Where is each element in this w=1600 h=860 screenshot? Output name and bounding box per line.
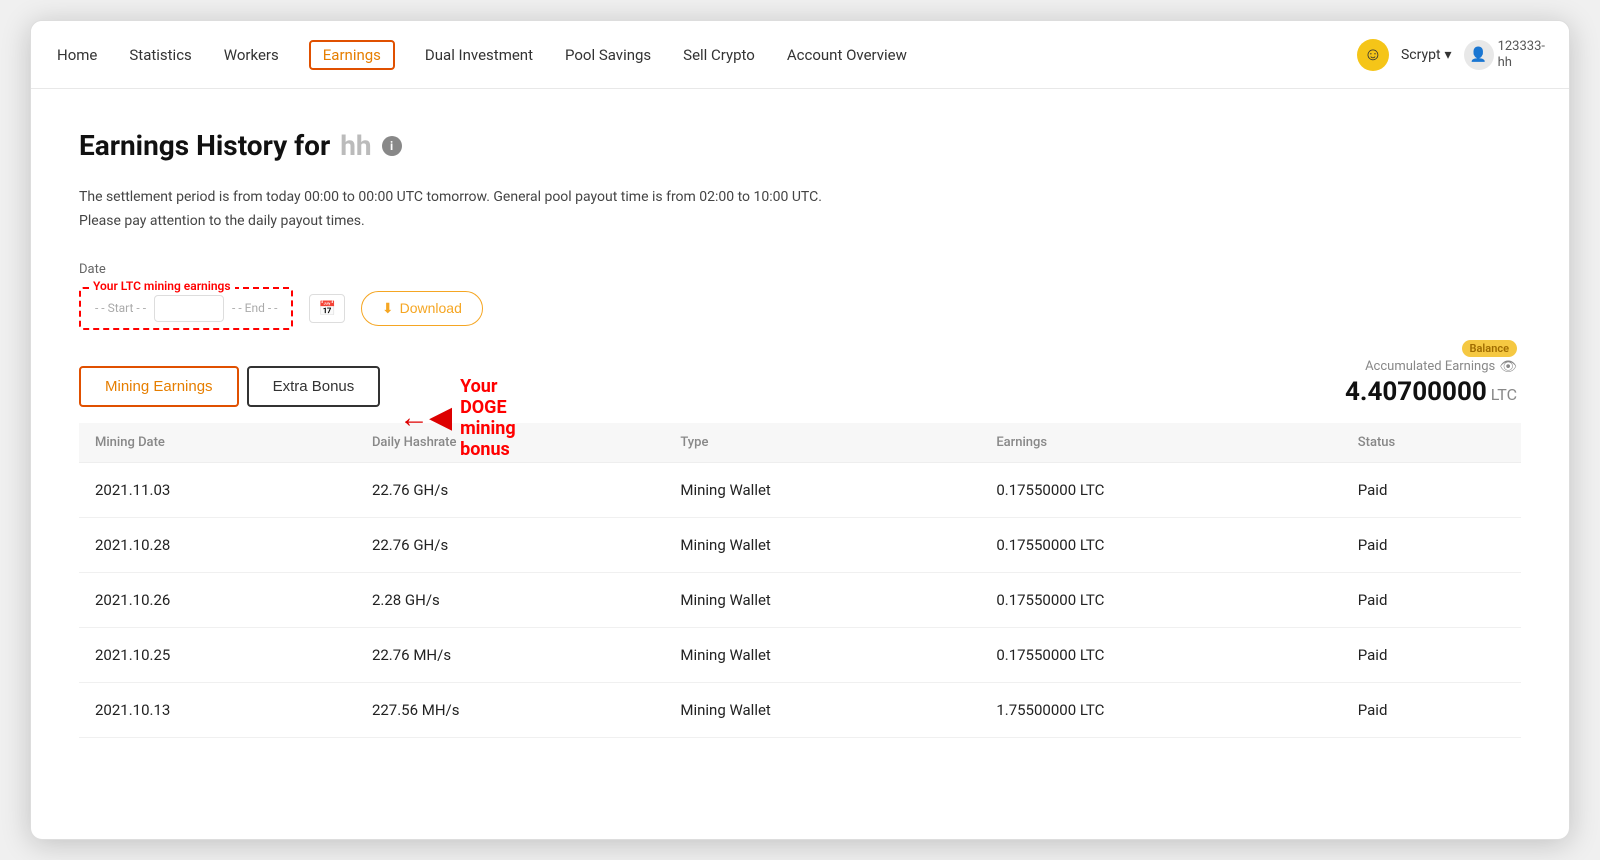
table-head: Mining Date Daily Hashrate Type Earnings…	[79, 423, 1521, 463]
nav-right: ☺ Scrypt ▾ 👤 123333- hh	[1357, 39, 1545, 71]
smiley-icon: ☺	[1357, 39, 1389, 71]
table-row: 2021.10.262.28 GH/sMining Wallet0.175500…	[79, 572, 1521, 627]
accumulated-label: Accumulated Earnings 👁	[1365, 359, 1517, 375]
download-button[interactable]: ⬇ Download	[361, 291, 483, 326]
date-range-inputs: - - Start - - - - End - -	[95, 295, 277, 322]
tab-mining-earnings[interactable]: Mining Earnings	[79, 366, 239, 407]
cell-date: 2021.10.13	[79, 682, 356, 737]
nav-dual-investment[interactable]: Dual Investment	[423, 42, 535, 68]
cell-date: 2021.10.26	[79, 572, 356, 627]
page-title: Earnings History for hh i	[79, 129, 1521, 162]
accumulated-unit: LTC	[1491, 385, 1517, 404]
cell-type: Mining Wallet	[664, 517, 980, 572]
cell-earnings: 0.17550000 LTC	[980, 517, 1341, 572]
cell-earnings: 0.17550000 LTC	[980, 572, 1341, 627]
tabs-with-annotation: Mining Earnings Extra Bonus ←◀ Your DOGE…	[79, 366, 380, 407]
download-label: Download	[400, 300, 462, 316]
doge-arrow-icon: ←◀	[399, 403, 452, 433]
date-label: Date	[79, 262, 1521, 277]
tabs-and-balance: Mining Earnings Extra Bonus ←◀ Your DOGE…	[79, 350, 1521, 407]
start-label: - - Start - -	[95, 301, 146, 315]
nav-earnings[interactable]: Earnings	[309, 40, 395, 70]
table-row: 2021.10.13227.56 MH/sMining Wallet1.7550…	[79, 682, 1521, 737]
nav-scrypt-selector[interactable]: Scrypt ▾	[1401, 47, 1452, 63]
chevron-down-icon: ▾	[1445, 47, 1452, 63]
cell-earnings: 0.17550000 LTC	[980, 627, 1341, 682]
cell-type: Mining Wallet	[664, 627, 980, 682]
cell-hashrate: 22.76 GH/s	[356, 462, 664, 517]
cell-type: Mining Wallet	[664, 572, 980, 627]
navbar: Home Statistics Workers Earnings Dual In…	[31, 21, 1569, 89]
nav-statistics[interactable]: Statistics	[127, 42, 193, 68]
date-start-input[interactable]	[154, 295, 224, 322]
username-masked: hh	[340, 129, 371, 162]
col-mining-date: Mining Date	[79, 423, 356, 463]
nav-workers[interactable]: Workers	[222, 42, 281, 68]
cell-date: 2021.10.28	[79, 517, 356, 572]
nav-pool-savings[interactable]: Pool Savings	[563, 42, 653, 68]
cell-status: Paid	[1342, 462, 1521, 517]
cell-status: Paid	[1342, 682, 1521, 737]
main-content: Earnings History for hh i The settlement…	[31, 89, 1569, 778]
col-earnings: Earnings	[980, 423, 1341, 463]
doge-arrow-area: ←◀ Your DOGE mining bonus	[399, 376, 516, 460]
page-title-text: Earnings History for	[79, 129, 330, 162]
cell-hashrate: 22.76 MH/s	[356, 627, 664, 682]
nav-account-overview[interactable]: Account Overview	[785, 42, 909, 68]
table-body: 2021.11.0322.76 GH/sMining Wallet0.17550…	[79, 462, 1521, 737]
nav-avatar-area: 👤 123333- hh	[1464, 39, 1545, 70]
table-header-row: Mining Date Daily Hashrate Type Earnings…	[79, 423, 1521, 463]
ltc-annotation-label: Your LTC mining earnings	[89, 279, 235, 293]
table-row: 2021.10.2522.76 MH/sMining Wallet0.17550…	[79, 627, 1521, 682]
filter-section: Date Your LTC mining earnings - - Start …	[79, 262, 1521, 330]
cell-hashrate: 22.76 GH/s	[356, 517, 664, 572]
info-icon[interactable]: i	[382, 136, 402, 156]
calendar-button[interactable]: 📅	[309, 294, 344, 323]
cell-earnings: 0.17550000 LTC	[980, 462, 1341, 517]
user-avatar-icon: 👤	[1464, 40, 1494, 70]
cell-date: 2021.11.03	[79, 462, 356, 517]
table-row: 2021.10.2822.76 GH/sMining Wallet0.17550…	[79, 517, 1521, 572]
cell-type: Mining Wallet	[664, 462, 980, 517]
cell-status: Paid	[1342, 572, 1521, 627]
table-row: 2021.11.0322.76 GH/sMining Wallet0.17550…	[79, 462, 1521, 517]
eye-icon[interactable]: 👁	[1499, 359, 1517, 375]
username-sub: hh	[1498, 55, 1545, 71]
tab-extra-bonus[interactable]: Extra Bonus	[247, 366, 381, 407]
doge-annotation-text: Your DOGE mining bonus	[460, 376, 516, 460]
cell-date: 2021.10.25	[79, 627, 356, 682]
accumulated-value: 4.40700000	[1345, 377, 1487, 407]
earnings-table: Mining Date Daily Hashrate Type Earnings…	[79, 423, 1521, 738]
cell-earnings: 1.75500000 LTC	[980, 682, 1341, 737]
tabs-left: Mining Earnings Extra Bonus ←◀ Your DOGE…	[79, 366, 380, 407]
username-top: 123333-	[1498, 39, 1545, 55]
cell-hashrate: 2.28 GH/s	[356, 572, 664, 627]
cell-hashrate: 227.56 MH/s	[356, 682, 664, 737]
ltc-annotation-box: Your LTC mining earnings - - Start - - -…	[79, 287, 293, 330]
accumulated-value-area: 4.40700000 LTC	[1345, 377, 1517, 407]
nav-left: Home Statistics Workers Earnings Dual In…	[55, 40, 909, 70]
filter-row: Your LTC mining earnings - - Start - - -…	[79, 287, 1521, 330]
cell-status: Paid	[1342, 517, 1521, 572]
tabs-row: Mining Earnings Extra Bonus	[79, 366, 380, 407]
nav-home[interactable]: Home	[55, 42, 99, 68]
settlement-text: The settlement period is from today 00:0…	[79, 186, 1521, 234]
nav-sell-crypto[interactable]: Sell Crypto	[681, 42, 757, 68]
col-type: Type	[664, 423, 980, 463]
col-status: Status	[1342, 423, 1521, 463]
cell-status: Paid	[1342, 627, 1521, 682]
download-icon: ⬇	[382, 300, 394, 317]
scrypt-label: Scrypt	[1401, 47, 1441, 63]
nav-user-icon-area: ☺	[1357, 39, 1389, 71]
main-window: Home Statistics Workers Earnings Dual In…	[30, 20, 1570, 840]
end-label: - - End - -	[232, 301, 277, 315]
balance-row: Balance Accumulated Earnings 👁 4.4070000…	[1345, 340, 1521, 407]
cell-type: Mining Wallet	[664, 682, 980, 737]
balance-badge: Balance	[1462, 340, 1517, 357]
